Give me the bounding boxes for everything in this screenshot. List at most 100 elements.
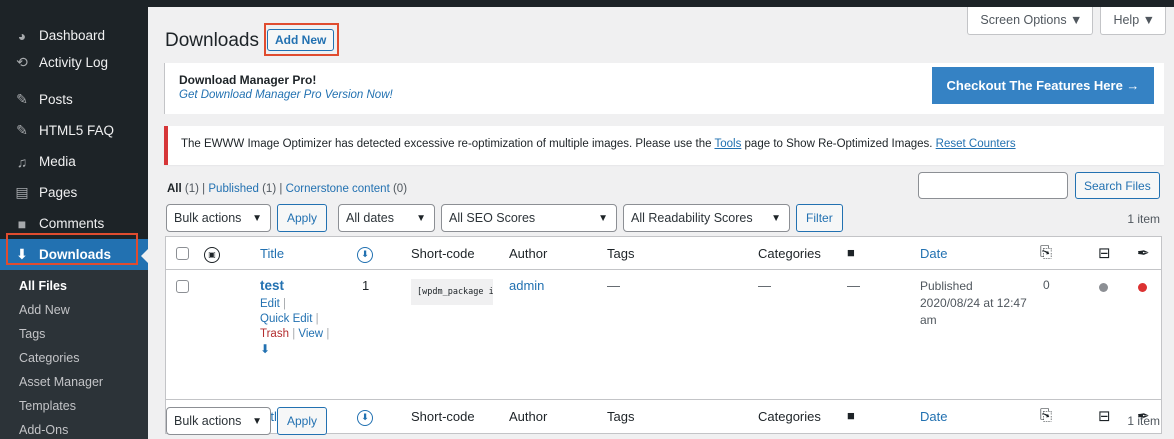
row-shortcode[interactable]: [wpdm_package id=' <box>411 279 493 305</box>
download-count-icon: ⬇ <box>357 409 373 426</box>
sidebar-item-posts[interactable]: ✎ Posts <box>0 84 148 115</box>
ewww-notice: The EWWW Image Optimizer has detected ex… <box>164 126 1164 165</box>
downloads-table: ▣ Title ⬇ Short-code Author Tags Categor… <box>165 236 1162 434</box>
search-input[interactable] <box>918 172 1068 199</box>
col-tags: Tags <box>607 246 635 261</box>
submenu-asset-manager[interactable]: Asset Manager <box>0 370 148 394</box>
apply-button-bottom[interactable]: Apply <box>277 407 328 435</box>
search-files-button[interactable]: Search Files <box>1075 172 1160 199</box>
downloads-submenu: All Files Add New Tags Categories Asset … <box>0 270 148 439</box>
submenu-tags[interactable]: Tags <box>0 322 148 346</box>
col-categories: Categories <box>758 246 821 261</box>
col-tags-footer: Tags <box>607 409 635 424</box>
quick-edit-link[interactable]: Quick Edit <box>260 313 312 325</box>
downloads-count-col[interactable]: ⬇ <box>357 245 373 263</box>
internal-links-icon: ⎘ <box>1040 244 1053 261</box>
row-categories: — <box>758 278 771 293</box>
row-date: Published 2020/08/24 at 12:47 am <box>920 279 1027 327</box>
col-shortcode-footer: Short-code <box>411 409 475 424</box>
pin-icon: ✎ <box>16 122 28 138</box>
tablenav-top: Bulk actions ▼ Apply All dates ▼ All SEO S… <box>166 204 843 232</box>
pin-icon: ✎ <box>16 91 28 107</box>
select-all-checkbox[interactable] <box>176 247 189 260</box>
submenu-all-files[interactable]: All Files <box>0 274 148 298</box>
sidebar-item-media[interactable]: ♫ Media <box>0 146 148 177</box>
table-row: test Edit | Quick Edit | Trash | View | … <box>166 270 1161 400</box>
submenu-add-new[interactable]: Add New <box>0 298 148 322</box>
row-tags: — <box>607 278 620 293</box>
col-author-footer: Author <box>509 409 548 424</box>
page-title: Downloads <box>165 30 259 51</box>
chevron-down-icon: ▼ <box>771 212 782 224</box>
readability-icon: ⊟ <box>1098 245 1111 262</box>
checkout-features-button[interactable]: Checkout The Features Here → <box>932 67 1154 104</box>
history-icon: ⟲ <box>16 54 28 70</box>
page-icon: ▤ <box>15 184 29 200</box>
bulk-actions-select[interactable]: Bulk actions ▼ <box>166 204 271 232</box>
view-published-link[interactable]: Published <box>208 183 259 195</box>
reset-counters-link[interactable]: Reset Counters <box>936 138 1016 150</box>
col-author: Author <box>509 246 548 261</box>
screen-meta-links: Screen Options ▼ Help ▼ <box>967 7 1166 35</box>
downloads-count-col-footer[interactable]: ⬇ <box>357 408 373 426</box>
date-filter-select[interactable]: All dates ▼ <box>338 204 436 232</box>
edit-link[interactable]: Edit <box>260 298 280 310</box>
row-download-count: 1 <box>362 278 370 293</box>
package-icon-col: ▣ <box>204 245 220 263</box>
item-count-bottom: 1 item <box>1127 414 1160 428</box>
view-filters: All (1) | Published (1) | Cornerstone co… <box>167 183 408 195</box>
sidebar-item-html5-faq[interactable]: ✎ HTML5 FAQ <box>0 115 148 146</box>
download-icon[interactable]: ⬇ <box>260 342 329 357</box>
view-all-link[interactable]: All <box>167 183 182 195</box>
view-link[interactable]: View <box>298 328 323 340</box>
sidebar-item-pages[interactable]: ▤ Pages <box>0 177 148 208</box>
comment-icon: ■ <box>17 215 27 232</box>
download-count-icon: ⬇ <box>357 246 373 263</box>
row-actions: Edit | Quick Edit | Trash | View | ⬇ <box>260 298 330 357</box>
row-title-link[interactable]: test <box>260 278 284 293</box>
admin-top-bar <box>0 0 1174 7</box>
submenu-categories[interactable]: Categories <box>0 346 148 370</box>
bulk-actions-select-bottom[interactable]: Bulk actions ▼ <box>166 407 271 435</box>
dashboard-icon: ◕ <box>17 27 27 44</box>
submenu-add-ons[interactable]: Add-Ons <box>0 418 148 439</box>
apply-button[interactable]: Apply <box>277 204 328 232</box>
item-count-top: 1 item <box>1127 212 1160 226</box>
package-icon: ▣ <box>204 246 220 263</box>
col-date-footer[interactable]: Date <box>920 409 947 424</box>
readability-icon: ⊟ <box>1098 408 1111 425</box>
screen-options-button[interactable]: Screen Options ▼ <box>967 7 1094 35</box>
col-date[interactable]: Date <box>920 246 947 261</box>
promo-banner: Download Manager Pro! Get Download Manag… <box>164 63 1164 114</box>
promo-link[interactable]: Get Download Manager Pro Version Now! <box>179 89 393 101</box>
main-content: Screen Options ▼ Help ▼ Downloads Add Ne… <box>148 7 1174 439</box>
filter-button[interactable]: Filter <box>796 204 843 232</box>
tablenav-bottom: Bulk actions ▼ Apply <box>166 407 328 435</box>
promo-title: Download Manager Pro! <box>179 73 317 87</box>
submenu-templates[interactable]: Templates <box>0 394 148 418</box>
tools-link[interactable]: Tools <box>714 138 741 150</box>
sidebar-item-activity-log[interactable]: ⟲ Activity Log <box>0 47 148 78</box>
help-button[interactable]: Help ▼ <box>1100 7 1166 35</box>
comments-icon: ■ <box>847 245 855 260</box>
seo-feather-icon: ✒ <box>1137 245 1150 262</box>
row-link-count: 0 <box>1043 278 1050 292</box>
media-icon: ♫ <box>16 153 28 170</box>
chevron-down-icon: ▼ <box>598 212 609 224</box>
view-cornerstone-link[interactable]: Cornerstone content <box>286 183 390 195</box>
table-header-row: ▣ Title ⬇ Short-code Author Tags Categor… <box>166 237 1161 270</box>
col-categories-footer: Categories <box>758 409 821 424</box>
comments-icon: ■ <box>847 408 855 423</box>
chevron-down-icon: ▼ <box>252 212 262 224</box>
row-author[interactable]: admin <box>509 278 544 293</box>
seo-score-select[interactable]: All SEO Scores ▼ <box>441 204 618 232</box>
highlight-add-new <box>264 23 339 56</box>
highlight-downloads-menu <box>6 233 138 265</box>
readability-score-select[interactable]: All Readability Scores ▼ <box>623 204 791 232</box>
row-checkbox[interactable] <box>176 280 189 293</box>
chevron-down-icon: ▼ <box>416 212 427 224</box>
trash-link[interactable]: Trash <box>260 328 289 340</box>
row-comments: — <box>847 278 860 293</box>
internal-links-icon: ⎘ <box>1040 407 1053 424</box>
col-title[interactable]: Title <box>260 246 284 261</box>
